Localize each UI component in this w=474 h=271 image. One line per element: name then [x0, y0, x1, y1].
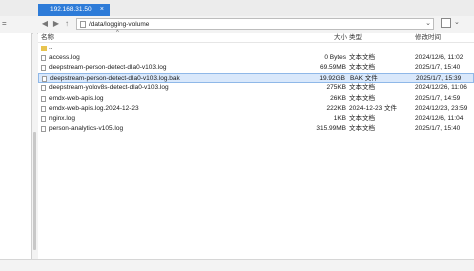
file-date: 2024/12/6, 11:02: [415, 54, 464, 62]
address-bar[interactable]: /data/logging-volume ⌄: [76, 18, 434, 30]
file-name: access.log: [49, 54, 80, 62]
file-row[interactable]: emdx-web-apis.log.2024-12-23 222KB 2024-12…: [38, 104, 474, 114]
file-row[interactable]: person-analytics-v105.log 315.99MB 文本文档 202…: [38, 124, 474, 134]
column-type[interactable]: 类型: [349, 34, 362, 42]
file-name: emdx-web-apis.log: [49, 94, 104, 102]
file-size: 0 Bytes: [324, 54, 346, 62]
file-size: 222KB: [326, 104, 346, 112]
tab-bar: 192.168.31.50 ×: [0, 0, 474, 16]
file-size: 1KB: [333, 114, 346, 122]
file-icon: [41, 125, 46, 132]
sort-indicator-icon: ^: [116, 30, 119, 36]
file-row[interactable]: nginx.log 1KB 文本文档 2024/12/6, 11:04: [38, 114, 474, 124]
menu-icon[interactable]: =: [2, 19, 7, 28]
up-icon[interactable]: ↑: [62, 19, 72, 29]
file-icon: [41, 95, 46, 102]
scrollbar-thumb[interactable]: [33, 132, 36, 250]
file-icon: [41, 105, 46, 112]
parent-folder-row[interactable]: ..: [38, 43, 474, 53]
file-type: 文本文档: [349, 94, 375, 102]
file-type: 2024-12-23 文件: [349, 104, 398, 112]
file-name: ..: [49, 44, 53, 51]
file-size: 69.59MB: [319, 64, 346, 72]
status-bar: [0, 259, 474, 271]
file-name: nginx.log: [49, 114, 76, 122]
file-icon: [41, 85, 46, 92]
file-type: 文本文档: [349, 84, 375, 92]
file-name: deepstream-person-detect-dla0-v103.log: [49, 64, 167, 72]
back-icon[interactable]: ◀: [40, 19, 50, 29]
file-type: 文本文档: [349, 124, 375, 132]
view-icon[interactable]: [441, 18, 451, 28]
file-row[interactable]: deepstream-person-detect-dla0-v103.log 69…: [38, 63, 474, 73]
column-header: 名称 ^ 大小 类型 修改时间: [38, 30, 474, 43]
file-type: 文本文档: [349, 114, 375, 122]
left-pane: [0, 33, 32, 259]
file-icon: [41, 55, 46, 62]
column-size[interactable]: 大小: [334, 34, 347, 42]
chevron-down-icon[interactable]: ⌄: [454, 18, 460, 28]
file-name: person-analytics-v105.log: [49, 124, 124, 132]
file-icon: [41, 65, 46, 72]
view-options[interactable]: ⌄: [441, 18, 469, 30]
address-path[interactable]: /data/logging-volume: [89, 20, 149, 29]
tab-server[interactable]: 192.168.31.50 ×: [38, 4, 110, 16]
file-size: 275KB: [326, 84, 346, 92]
forward-icon[interactable]: ▶: [51, 19, 61, 29]
file-icon: [80, 21, 86, 28]
file-size: 26KB: [330, 94, 346, 102]
file-date: 2025/1/7, 14:59: [415, 94, 461, 102]
file-list: 名称 ^ 大小 类型 修改时间 .. access.log 0 Bytes 文本文档 2…: [38, 30, 474, 259]
column-name[interactable]: 名称: [41, 34, 54, 42]
file-name: emdx-web-apis.log.2024-12-23: [49, 104, 139, 112]
file-date: 2024/12/6, 11:04: [415, 114, 464, 122]
tab-title: 192.168.31.50: [50, 6, 92, 13]
chevron-down-icon[interactable]: ⌄: [425, 19, 431, 29]
file-row[interactable]: deepstream-person-detect-dla0-v103.log.b…: [38, 73, 474, 84]
file-row[interactable]: access.log 0 Bytes 文本文档 2024/12/6, 11:02: [38, 53, 474, 63]
file-type: 文本文档: [349, 54, 375, 62]
file-row[interactable]: deepstream-yolov8s-detect-dla0-v103.log 2…: [38, 83, 474, 93]
folder-icon: [41, 46, 47, 51]
file-row[interactable]: emdx-web-apis.log 26KB 文本文档 2025/1/7, 14:59: [38, 94, 474, 104]
column-date[interactable]: 修改时间: [415, 34, 441, 42]
file-size: 315.99MB: [316, 124, 346, 132]
toolbar: = ◀ ▶ ↑ /data/logging-volume ⌄ ⌄: [0, 16, 474, 34]
file-type: 文本文档: [349, 64, 375, 72]
close-tab-icon[interactable]: ×: [100, 4, 104, 16]
file-date: 2025/1/7, 15:40: [415, 64, 461, 72]
file-icon: [42, 76, 47, 83]
file-date: 2024/12/26, 11:06: [415, 84, 467, 92]
file-name: deepstream-yolov8s-detect-dla0-v103.log: [49, 84, 169, 92]
file-date: 2024/12/23, 23:59: [415, 104, 468, 112]
file-date: 2025/1/7, 15:40: [415, 124, 461, 132]
file-icon: [41, 115, 46, 122]
